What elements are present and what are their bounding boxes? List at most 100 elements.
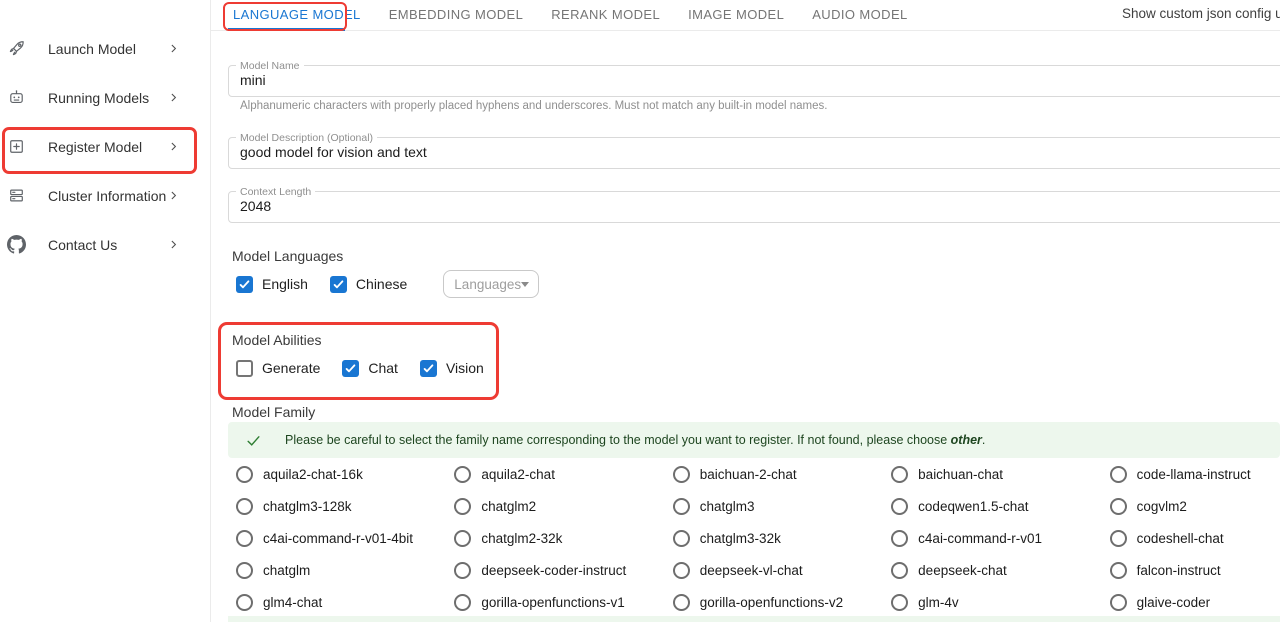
radio-deepseek-coder-instruct[interactable]: deepseek-coder-instruct bbox=[446, 554, 664, 586]
checkbox-generate[interactable]: Generate bbox=[236, 360, 320, 377]
radio-icon bbox=[236, 530, 253, 547]
radio-aquila2-chat[interactable]: aquila2-chat bbox=[446, 458, 664, 490]
cluster-icon bbox=[7, 186, 26, 205]
sidebar: Launch Model Running Models bbox=[0, 0, 211, 622]
sidebar-item-running-models[interactable]: Running Models bbox=[0, 73, 210, 122]
checkbox-english[interactable]: English bbox=[236, 276, 308, 293]
radio-icon bbox=[673, 498, 690, 515]
radio-chatglm3[interactable]: chatglm3 bbox=[665, 490, 883, 522]
tab-language-model[interactable]: LANGUAGE MODEL bbox=[219, 0, 375, 30]
register-model-page: Launch Model Running Models bbox=[0, 0, 1280, 622]
radio-icon bbox=[236, 498, 253, 515]
radio-c4ai-command-r-v01-4bit[interactable]: c4ai-command-r-v01-4bit bbox=[228, 522, 446, 554]
model-abilities-row: Generate Chat Vision bbox=[236, 354, 506, 382]
model-name-value: mini bbox=[240, 66, 266, 94]
sidebar-item-contact-us[interactable]: Contact Us bbox=[0, 220, 210, 269]
radio-icon bbox=[673, 594, 690, 611]
radio-falcon-instruct[interactable]: falcon-instruct bbox=[1102, 554, 1280, 586]
sidebar-item-label: Register Model bbox=[48, 139, 167, 155]
checkbox-checked-icon bbox=[420, 360, 437, 377]
radio-code-llama-instruct[interactable]: code-llama-instruct bbox=[1102, 458, 1280, 490]
sidebar-item-cluster-information[interactable]: Cluster Information bbox=[0, 171, 210, 220]
radio-icon bbox=[891, 594, 908, 611]
radio-icon bbox=[891, 498, 908, 515]
model-languages-row: English Chinese Languages bbox=[236, 270, 539, 298]
checkbox-chat[interactable]: Chat bbox=[342, 360, 398, 377]
checkbox-checked-icon bbox=[330, 276, 347, 293]
languages-select[interactable]: Languages bbox=[443, 270, 539, 298]
radio-gorilla-openfunctions-v2[interactable]: gorilla-openfunctions-v2 bbox=[665, 586, 883, 618]
checkbox-chinese[interactable]: Chinese bbox=[330, 276, 407, 293]
radio-baichuan-2-chat[interactable]: baichuan-2-chat bbox=[665, 458, 883, 490]
radio-chatglm2[interactable]: chatglm2 bbox=[446, 490, 664, 522]
github-icon bbox=[7, 235, 26, 254]
model-family-options: aquila2-chat-16k aquila2-chat baichuan-2… bbox=[228, 458, 1280, 618]
radio-deepseek-chat[interactable]: deepseek-chat bbox=[883, 554, 1101, 586]
sidebar-item-label: Contact Us bbox=[48, 237, 167, 253]
radio-icon bbox=[891, 530, 908, 547]
sidebar-item-register-model[interactable]: Register Model bbox=[0, 122, 210, 171]
radio-glm4-chat[interactable]: glm4-chat bbox=[228, 586, 446, 618]
radio-chatglm3-32k[interactable]: chatglm3-32k bbox=[665, 522, 883, 554]
radio-icon bbox=[1110, 594, 1127, 611]
checkbox-checked-icon bbox=[236, 276, 253, 293]
checkbox-unchecked-icon bbox=[236, 360, 253, 377]
radio-icon bbox=[1110, 530, 1127, 547]
radio-cogvlm2[interactable]: cogvlm2 bbox=[1102, 490, 1280, 522]
model-description-value: good model for vision and text bbox=[240, 138, 427, 166]
radio-baichuan-chat[interactable]: baichuan-chat bbox=[883, 458, 1101, 490]
rocket-icon bbox=[7, 39, 26, 58]
radio-c4ai-command-r-v01[interactable]: c4ai-command-r-v01 bbox=[883, 522, 1101, 554]
clipped-green-strip bbox=[228, 616, 1280, 622]
radio-glm-4v[interactable]: glm-4v bbox=[883, 586, 1101, 618]
radio-icon bbox=[891, 466, 908, 483]
alert-text: Please be careful to select the family n… bbox=[285, 433, 985, 447]
radio-gorilla-openfunctions-v1[interactable]: gorilla-openfunctions-v1 bbox=[446, 586, 664, 618]
model-family-alert: Please be careful to select the family n… bbox=[228, 422, 1280, 458]
context-length-value: 2048 bbox=[240, 192, 271, 220]
model-languages-section-label: Model Languages bbox=[232, 248, 343, 264]
model-name-input[interactable]: Model Name mini bbox=[228, 65, 1280, 97]
chevron-right-icon bbox=[167, 140, 180, 153]
model-family-section-label: Model Family bbox=[232, 404, 315, 420]
chevron-right-icon bbox=[167, 189, 180, 202]
model-abilities-section-label: Model Abilities bbox=[232, 332, 322, 348]
sidebar-item-label: Cluster Information bbox=[48, 188, 167, 204]
tab-rerank-model[interactable]: RERANK MODEL bbox=[537, 0, 674, 30]
radio-icon bbox=[236, 466, 253, 483]
radio-icon bbox=[673, 562, 690, 579]
chevron-right-icon bbox=[167, 42, 180, 55]
radio-icon bbox=[454, 562, 471, 579]
tab-image-model[interactable]: IMAGE MODEL bbox=[674, 0, 798, 30]
chevron-right-icon bbox=[167, 238, 180, 251]
checkbox-checked-icon bbox=[342, 360, 359, 377]
radio-aquila2-chat-16k[interactable]: aquila2-chat-16k bbox=[228, 458, 446, 490]
radio-codeshell-chat[interactable]: codeshell-chat bbox=[1102, 522, 1280, 554]
tab-embedding-model[interactable]: EMBEDDING MODEL bbox=[375, 0, 538, 30]
show-json-config-button[interactable]: Show custom json config used b bbox=[1122, 6, 1280, 21]
radio-glaive-coder[interactable]: glaive-coder bbox=[1102, 586, 1280, 618]
radio-icon bbox=[236, 562, 253, 579]
robot-icon bbox=[7, 88, 26, 107]
radio-icon bbox=[1110, 498, 1127, 515]
check-icon bbox=[245, 432, 262, 449]
context-length-input[interactable]: Context Length 2048 bbox=[228, 191, 1280, 223]
model-description-input[interactable]: Model Description (Optional) good model … bbox=[228, 137, 1280, 169]
radio-icon bbox=[673, 466, 690, 483]
sidebar-item-launch-model[interactable]: Launch Model bbox=[0, 24, 210, 73]
radio-chatglm[interactable]: chatglm bbox=[228, 554, 446, 586]
radio-icon bbox=[454, 498, 471, 515]
sidebar-item-label: Running Models bbox=[48, 90, 167, 106]
radio-icon bbox=[236, 594, 253, 611]
radio-codeqwen1-5-chat[interactable]: codeqwen1.5-chat bbox=[883, 490, 1101, 522]
radio-icon bbox=[1110, 466, 1127, 483]
tab-audio-model[interactable]: AUDIO MODEL bbox=[798, 0, 921, 30]
checkbox-vision[interactable]: Vision bbox=[420, 360, 484, 377]
radio-icon bbox=[673, 530, 690, 547]
radio-chatglm2-32k[interactable]: chatglm2-32k bbox=[446, 522, 664, 554]
tabs-divider bbox=[211, 30, 1280, 31]
radio-chatglm3-128k[interactable]: chatglm3-128k bbox=[228, 490, 446, 522]
sidebar-item-label: Launch Model bbox=[48, 41, 167, 57]
radio-icon bbox=[891, 562, 908, 579]
radio-deepseek-vl-chat[interactable]: deepseek-vl-chat bbox=[665, 554, 883, 586]
